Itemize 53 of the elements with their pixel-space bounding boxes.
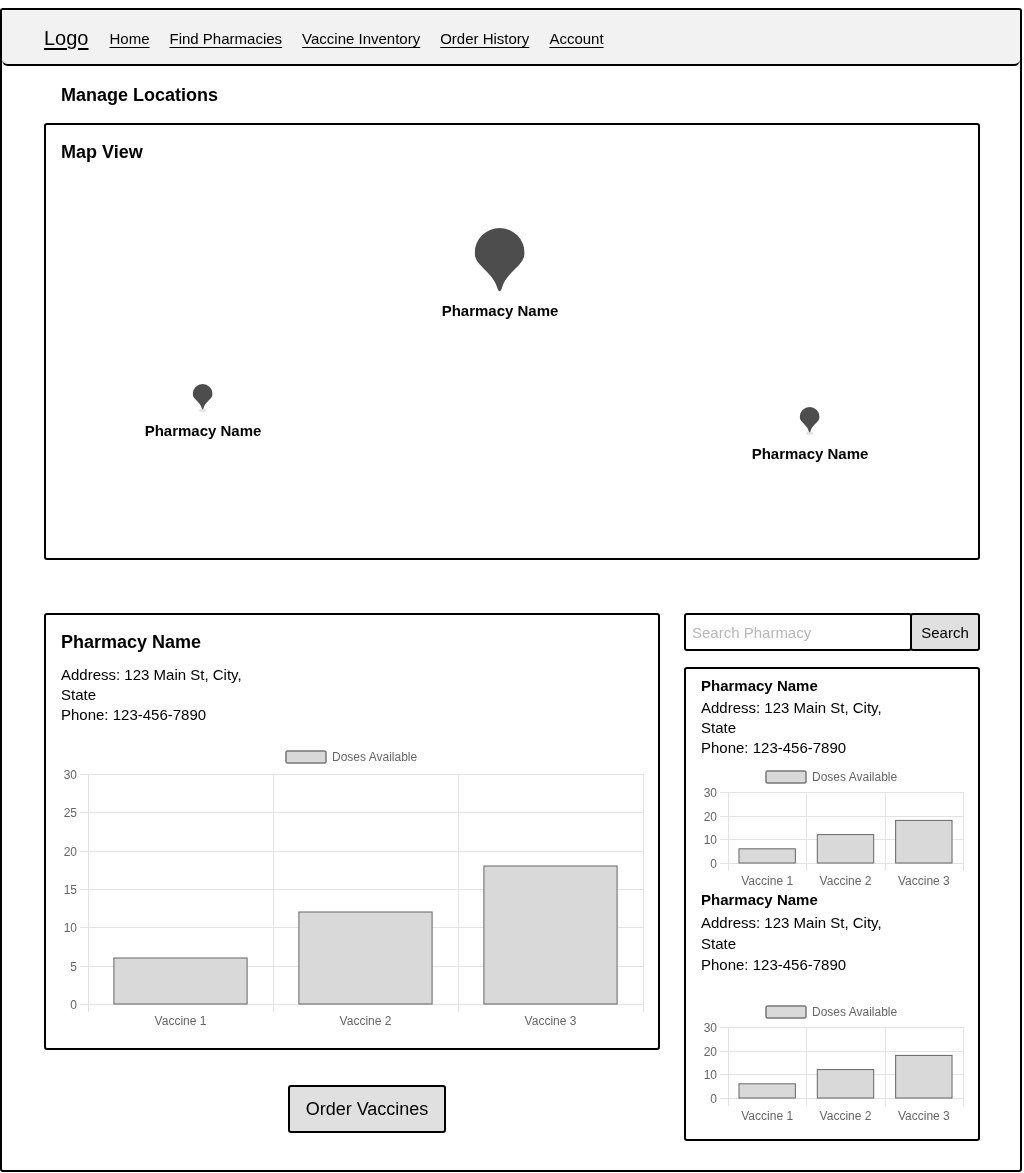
- axis-tick-label: 25: [63, 805, 77, 820]
- marker-label: Pharmacy Name: [751, 445, 869, 463]
- nav-link[interactable]: Account: [549, 30, 604, 47]
- axis-category-label: Vaccine 2: [819, 874, 872, 888]
- axis-category-label: Vaccine 2: [339, 1014, 392, 1028]
- axis-tick-label: 20: [63, 844, 77, 859]
- legend-label: Doses Available: [332, 750, 418, 764]
- nav-link[interactable]: Order History: [440, 30, 530, 47]
- legend-label: Doses Available: [812, 770, 898, 784]
- axis-tick-label: 30: [703, 785, 717, 800]
- nav-link[interactable]: Vaccine Inventory: [302, 30, 421, 47]
- search-button[interactable]: Search: [910, 613, 980, 651]
- axis-category-label: Vaccine 3: [897, 874, 950, 888]
- axis-tick-label: 20: [703, 1044, 717, 1059]
- axis-category-label: Vaccine 3: [897, 1109, 950, 1123]
- axis-tick-label: 0: [70, 997, 77, 1012]
- marker-label: Pharmacy Name: [144, 422, 262, 440]
- result-phone: Phone: 123-456-7890: [701, 955, 848, 975]
- result-pharmacy-name: Pharmacy Name: [701, 890, 819, 910]
- axis-tick-label: 30: [63, 767, 77, 782]
- axis-category-label: Vaccine 2: [819, 1109, 872, 1123]
- logo-link[interactable]: Logo: [44, 27, 89, 50]
- axis-category-label: Vaccine 1: [741, 874, 794, 888]
- result-phone: Phone: 123-456-7890: [701, 738, 848, 758]
- map-pin-icon[interactable]: [475, 228, 525, 292]
- axis-category-label: Vaccine 1: [154, 1014, 207, 1028]
- search-field[interactable]: Search Pharmacy: [684, 613, 912, 651]
- axis-tick-label: 5: [70, 959, 77, 974]
- axis-tick-label: 10: [703, 1067, 717, 1082]
- result-address: Address: 123 Main St, City, State: [701, 913, 883, 954]
- result-pharmacy-name: Pharmacy Name: [701, 676, 819, 696]
- axis-tick-label: 15: [63, 882, 77, 897]
- axis-tick-label: 0: [710, 856, 717, 871]
- pharmacy-phone: Phone: 123-456-7890: [61, 705, 208, 725]
- map-pin-icon[interactable]: [193, 384, 213, 412]
- legend-label: Doses Available: [812, 1005, 898, 1019]
- nav-link[interactable]: Home: [109, 30, 150, 47]
- axis-tick-label: 0: [710, 1091, 717, 1106]
- pharmacy-name: Pharmacy Name: [61, 631, 203, 653]
- axis-category-label: Vaccine 1: [741, 1109, 794, 1123]
- page-title: Manage Locations: [61, 84, 220, 106]
- map-pin-icon[interactable]: [800, 407, 820, 435]
- axis-tick-label: 20: [703, 809, 717, 824]
- axis-tick-label: 30: [703, 1020, 717, 1035]
- marker-label: Pharmacy Name: [441, 302, 559, 320]
- result-address: Address: 123 Main St, City, State: [701, 698, 883, 738]
- axis-category-label: Vaccine 3: [524, 1014, 577, 1028]
- axis-tick-label: 10: [63, 920, 77, 935]
- map-title: Map View: [61, 141, 144, 163]
- nav-link[interactable]: Find Pharmacies: [169, 30, 283, 47]
- axis-tick-label: 10: [703, 832, 717, 847]
- order-button[interactable]: Order Vaccines: [288, 1085, 446, 1133]
- pharmacy-address: Address: 123 Main St, City, State: [61, 665, 243, 705]
